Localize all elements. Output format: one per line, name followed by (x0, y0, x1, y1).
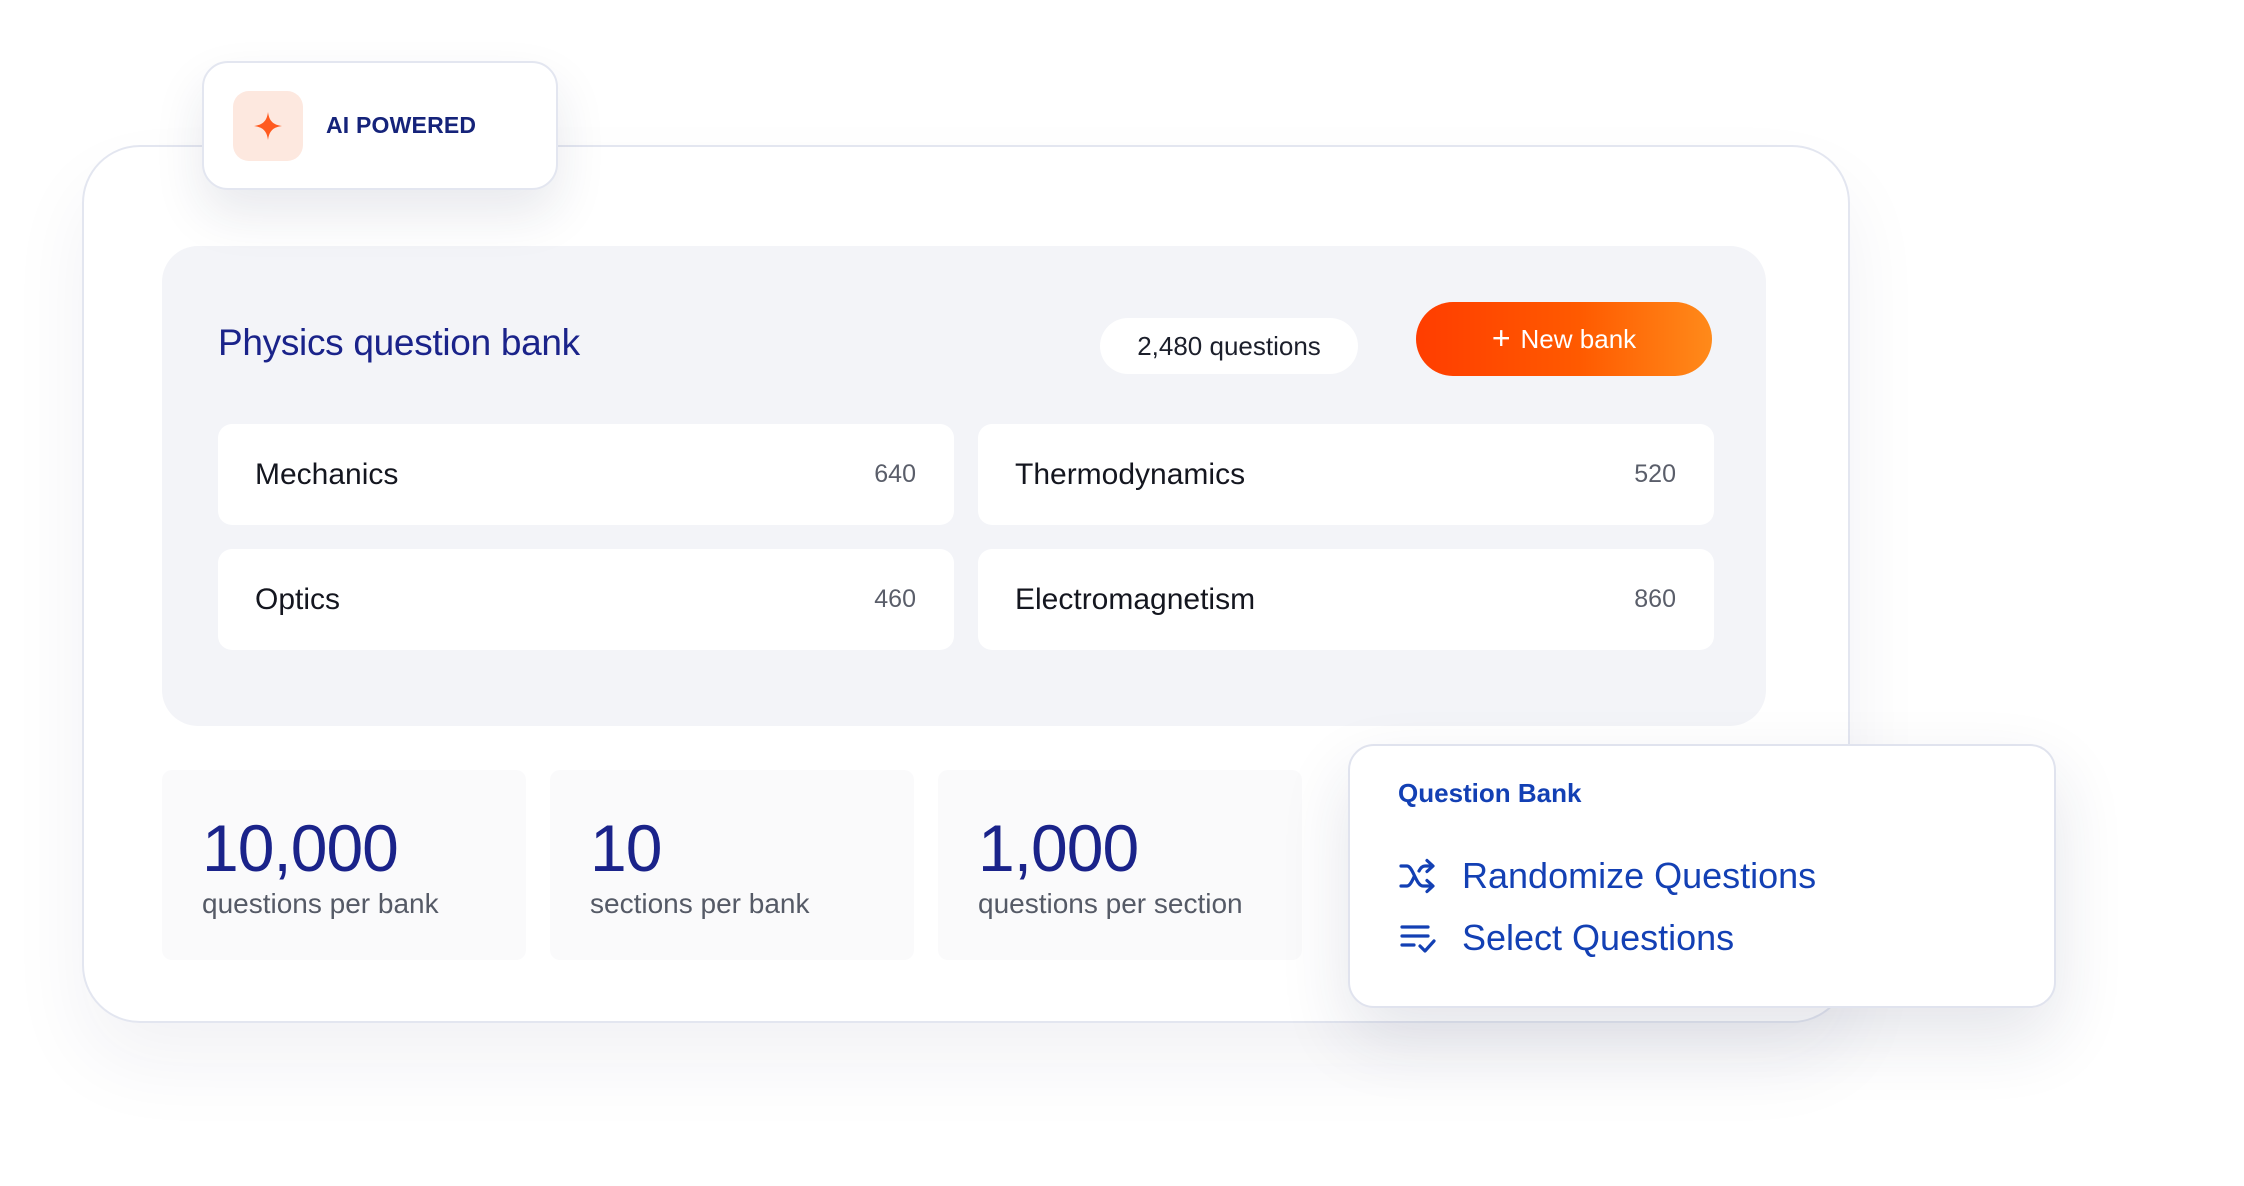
section-count: 460 (874, 585, 916, 613)
randomize-questions-option[interactable]: Randomize Questions (1398, 851, 1816, 901)
checklist-icon (1400, 925, 1436, 953)
section-card-electromagnetism[interactable]: Electromagnetism 860 (978, 549, 1714, 650)
shuffle-icon (1399, 858, 1435, 894)
stat-label: questions per section (978, 888, 1243, 919)
new-bank-button[interactable]: + New bank (1416, 302, 1712, 376)
stat-questions-per-section: 1,000 questions per section (938, 770, 1302, 960)
ai-icon-box (233, 90, 303, 161)
randomize-questions-label: Randomize Questions (1462, 855, 1817, 896)
section-name: Electromagnetism (1015, 582, 1256, 616)
question-count-badge: 2,480 questions (1100, 318, 1358, 374)
stat-value: 10,000 (202, 811, 399, 885)
stat-value: 1,000 (978, 811, 1139, 885)
stat-sections-per-bank: 10 sections per bank (550, 770, 914, 960)
question-bank-card-title: Question Bank (1398, 778, 1582, 808)
stat-questions-per-bank: 10,000 questions per bank (162, 770, 526, 960)
section-card-mechanics[interactable]: Mechanics 640 (218, 424, 954, 525)
section-name: Optics (255, 582, 341, 616)
stat-label: questions per bank (202, 888, 439, 919)
stat-value: 10 (590, 811, 662, 885)
question-bank-card: Question Bank Randomize Questions Select… (1348, 744, 2056, 1008)
new-bank-label: New bank (1520, 323, 1637, 354)
question-bank-panel: Physics question bank 2,480 questions + … (162, 246, 1766, 726)
section-name: Mechanics (255, 457, 399, 491)
sparkle-icon (254, 111, 282, 140)
select-questions-option[interactable]: Select Questions (1398, 913, 1734, 963)
section-count: 640 (874, 460, 916, 488)
select-questions-label: Select Questions (1462, 917, 1735, 958)
section-count: 860 (1634, 585, 1676, 613)
ai-powered-label: AI POWERED (326, 112, 477, 138)
section-card-thermodynamics[interactable]: Thermodynamics 520 (978, 424, 1714, 525)
section-count: 520 (1634, 460, 1676, 488)
stage: AI POWERED Physics question bank 2,480 q… (0, 0, 2244, 1186)
ai-powered-badge: AI POWERED (202, 61, 558, 190)
stat-label: sections per bank (590, 888, 810, 919)
bank-title: Physics question bank (218, 322, 580, 363)
plus-icon: + (1491, 319, 1511, 356)
section-grid: Mechanics 640 Thermodynamics 520 Optics … (218, 424, 1714, 650)
section-name: Thermodynamics (1015, 457, 1246, 491)
section-card-optics[interactable]: Optics 460 (218, 549, 954, 650)
